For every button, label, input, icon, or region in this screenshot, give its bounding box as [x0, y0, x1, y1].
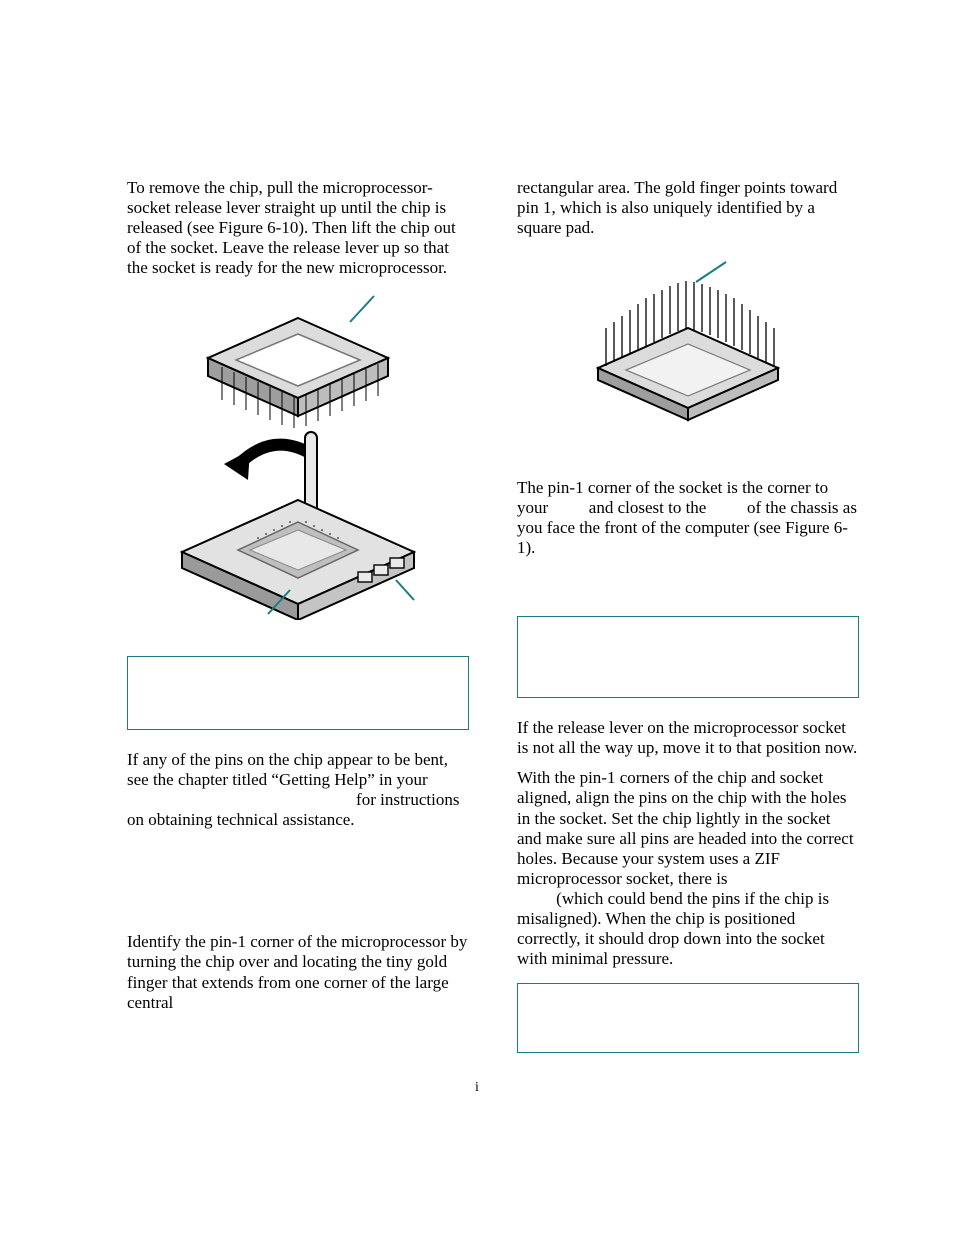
lever-arrow	[224, 445, 313, 480]
caution-box-right-1	[517, 616, 859, 698]
right-para-2b-hidden: right	[552, 498, 584, 517]
right-para-2: The pin-1 corner of the socket is the co…	[517, 478, 859, 558]
caution-box-left	[127, 656, 469, 730]
left-para-2a: If any of the pins on the chip appear to…	[127, 750, 448, 789]
chip-socket-illustration	[178, 290, 418, 620]
figure-pin1	[517, 258, 859, 428]
caution-box-right-2	[517, 983, 859, 1053]
vertical-gap-r1	[517, 436, 859, 478]
right-para-4c: (which could bend the pins if the chip i…	[517, 889, 829, 968]
left-para-1: To remove the chip, pull the microproces…	[127, 178, 469, 278]
figure-6-10	[127, 290, 469, 620]
document-page: To remove the chip, pull the microproces…	[0, 0, 954, 1235]
left-para-2: If any of the pins on the chip appear to…	[127, 750, 469, 830]
two-column-layout: To remove the chip, pull the microproces…	[127, 178, 859, 1053]
page-number: i	[475, 1080, 479, 1095]
left-para-3: Identify the pin-1 corner of the micropr…	[127, 932, 469, 1012]
page-footer: i	[0, 1080, 954, 1097]
right-para-1: rectangular area. The gold finger points…	[517, 178, 859, 238]
right-column: rectangular area. The gold finger points…	[517, 178, 859, 1053]
left-para-2b-hidden: Diagnostics and Troubleshooting	[127, 790, 352, 809]
vertical-gap	[127, 840, 469, 932]
chip-underside-illustration	[578, 258, 798, 428]
left-column: To remove the chip, pull the microproces…	[127, 178, 469, 1053]
right-para-4: With the pin-1 corners of the chip and s…	[517, 768, 859, 968]
right-para-3: If the release lever on the microprocess…	[517, 718, 859, 758]
right-para-2d-hidden: back	[711, 498, 743, 517]
right-para-2c: and closest to the	[585, 498, 711, 517]
